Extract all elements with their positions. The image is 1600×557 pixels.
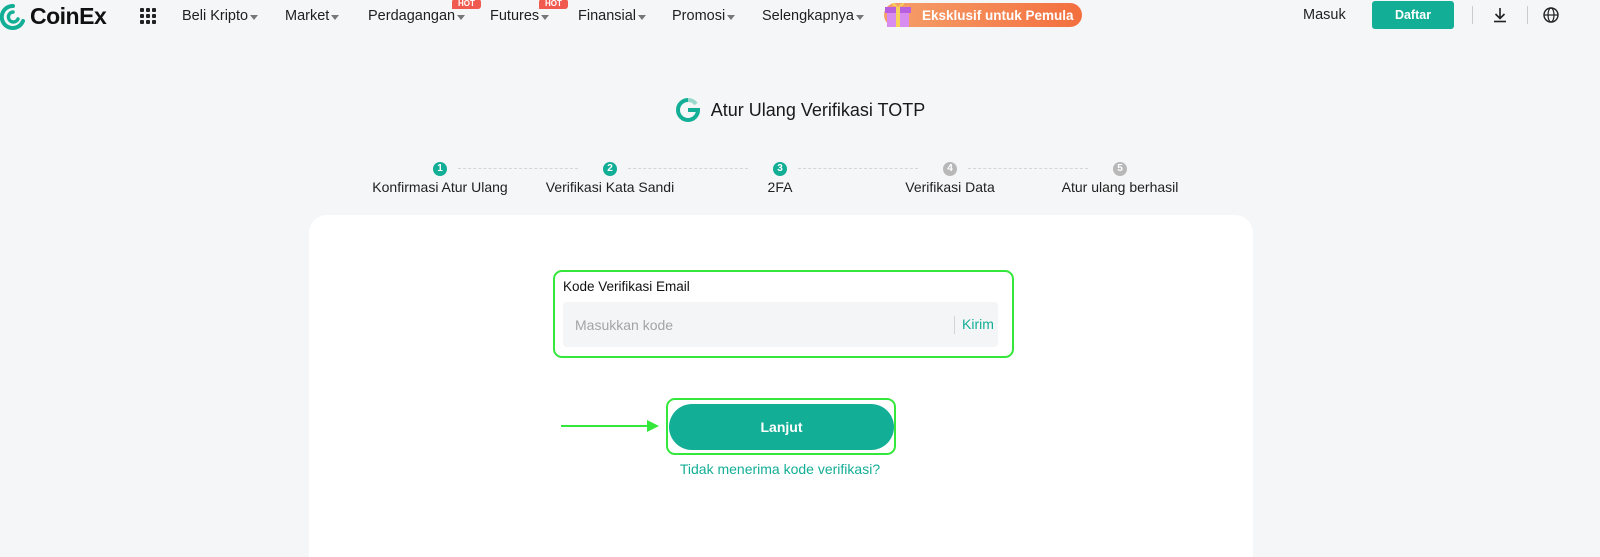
nav-label: Market — [285, 8, 330, 24]
chevron-down-icon — [727, 14, 736, 20]
nav-perdagangan[interactable]: Perdagangan — [368, 0, 466, 32]
chevron-down-icon — [638, 14, 647, 20]
step-number: 1 — [433, 162, 447, 176]
page-title: Atur Ulang Verifikasi TOTP — [710, 99, 926, 120]
nav-divider — [1527, 6, 1528, 24]
step-number: 5 — [1113, 162, 1127, 176]
nav-beli-kripto[interactable]: Beli Kripto — [182, 0, 259, 32]
nav-label: Selengkapnya — [762, 8, 854, 24]
google-authenticator-icon — [675, 98, 700, 122]
nav-label: Perdagangan — [368, 8, 456, 24]
step-number: 2 — [603, 162, 617, 176]
nav-label: Futures — [490, 8, 540, 24]
nav-finansial[interactable]: Finansial — [578, 0, 647, 32]
step-5: 5 Atur ulang berhasil — [1020, 162, 1220, 195]
nav-selengkapnya[interactable]: Selengkapnya — [762, 0, 864, 32]
email-code-input-group: Kirim — [563, 302, 998, 347]
resend-help-link[interactable]: Tidak menerima kode verifikasi? — [0, 461, 1560, 477]
brand-name: CoinEx — [30, 3, 107, 29]
chevron-down-icon — [855, 14, 864, 20]
chevron-down-icon — [541, 14, 550, 20]
hot-badge: HOT — [539, 0, 568, 9]
step-label: Atur ulang berhasil — [1061, 179, 1179, 195]
continue-button[interactable]: Lanjut — [669, 404, 894, 450]
globe-icon[interactable] — [1542, 6, 1560, 24]
coinex-logo-icon — [0, 3, 25, 30]
download-icon[interactable] — [1491, 6, 1509, 24]
chevron-down-icon — [331, 14, 340, 20]
nav-label: Promosi — [672, 8, 726, 24]
page-header: Atur Ulang Verifikasi TOTP — [0, 97, 1600, 123]
nav-label: Beli Kripto — [182, 8, 249, 24]
promo-banner-button[interactable]: Eksklusif untuk Pemula — [884, 2, 1082, 27]
register-button[interactable]: Daftar — [1372, 1, 1454, 29]
nav-market[interactable]: Market — [285, 0, 340, 32]
coinex-logo[interactable]: CoinEx — [0, 3, 107, 30]
top-navbar: CoinEx Beli Kripto Market Perdagangan HO… — [0, 0, 1600, 32]
gift-icon — [885, 2, 911, 27]
chevron-down-icon — [250, 14, 259, 20]
send-code-button[interactable]: Kirim — [962, 316, 994, 332]
promo-label: Eksklusif untuk Pemula — [922, 7, 1074, 23]
form-card — [309, 215, 1253, 557]
chevron-down-icon — [457, 14, 466, 20]
apps-grid-icon[interactable] — [140, 8, 156, 24]
nav-promosi[interactable]: Promosi — [672, 0, 736, 32]
arrow-pointer-icon — [561, 420, 659, 432]
nav-label: Finansial — [578, 8, 637, 24]
step-number: 3 — [773, 162, 787, 176]
step-number: 4 — [943, 162, 957, 176]
nav-divider — [1472, 6, 1473, 24]
hot-badge: HOT — [452, 0, 481, 9]
email-code-input[interactable] — [563, 302, 953, 347]
login-link[interactable]: Masuk — [1303, 7, 1346, 23]
email-code-label: Kode Verifikasi Email — [563, 279, 690, 294]
input-separator — [954, 316, 955, 334]
